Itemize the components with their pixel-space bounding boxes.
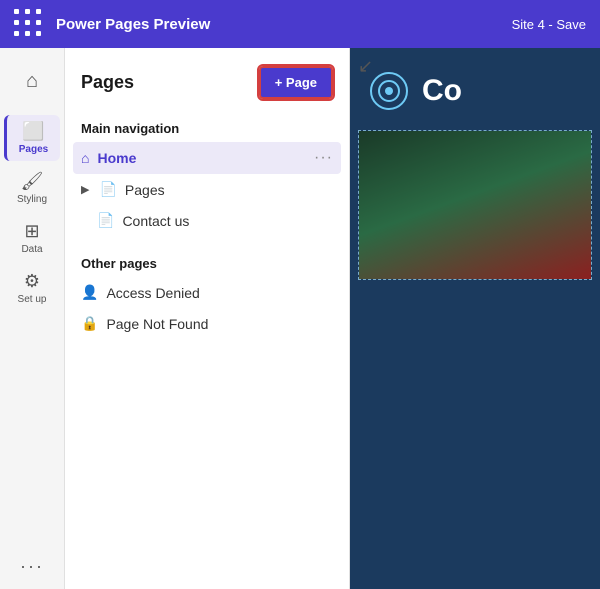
preview-content: Co: [350, 48, 600, 589]
add-page-button[interactable]: + Page: [259, 66, 333, 99]
home-page-label: Home: [97, 150, 306, 166]
preview-panel: ↗ Co: [350, 48, 600, 589]
top-bar: Power Pages Preview Site 4 - Save: [0, 0, 600, 48]
home-icon[interactable]: ⌂: [20, 64, 44, 99]
nav-item-home[interactable]: ⌂ Home ···: [73, 142, 341, 174]
app-grid-icon[interactable]: [14, 9, 44, 39]
home-page-icon: ⌂: [81, 150, 89, 166]
styling-icon: 🖌: [21, 171, 44, 192]
sidebar-item-pages[interactable]: ⬜ Pages: [4, 115, 60, 161]
app-title: Power Pages Preview: [56, 16, 210, 33]
home-nav[interactable]: ⌂: [20, 56, 44, 111]
preview-co-text: Co: [422, 74, 462, 108]
pages-panel: Pages + Page Main navigation ⌂ Home ··· …: [65, 48, 350, 589]
home-item-more-icon[interactable]: ···: [314, 149, 333, 167]
more-options-button[interactable]: ···: [20, 544, 44, 589]
icon-sidebar: ⌂ ⬜ Pages 🖌 Styling ⊞ Data ⚙ Set up ···: [0, 48, 65, 589]
preview-image-area: [358, 130, 592, 280]
contact-page-label: Contact us: [122, 213, 333, 229]
sidebar-item-setup-label: Set up: [18, 294, 47, 305]
site-info: Site 4 - Save: [512, 17, 586, 32]
nav-item-not-found[interactable]: 🔒 Page Not Found: [73, 308, 341, 339]
pages-page-label: Pages: [125, 182, 333, 198]
pages-chevron-icon: ▶: [81, 183, 89, 196]
preview-header-bar: Co: [350, 48, 600, 130]
sidebar-item-data-label: Data: [21, 244, 42, 255]
access-denied-icon: 👤: [81, 284, 98, 301]
sidebar-item-styling-label: Styling: [17, 194, 47, 205]
resize-icon: ↗: [358, 56, 373, 77]
preview-logo-dot: [385, 87, 393, 95]
other-pages-heading: Other pages: [73, 248, 341, 277]
access-denied-label: Access Denied: [106, 285, 333, 301]
not-found-label: Page Not Found: [106, 316, 333, 332]
data-icon: ⊞: [24, 221, 39, 242]
main-layout: ⌂ ⬜ Pages 🖌 Styling ⊞ Data ⚙ Set up ··· …: [0, 48, 600, 589]
nav-item-access-denied[interactable]: 👤 Access Denied: [73, 277, 341, 308]
pages-panel-title: Pages: [81, 72, 134, 93]
preview-logo: [370, 72, 408, 110]
sidebar-item-styling[interactable]: 🖌 Styling: [4, 165, 60, 211]
sidebar-item-setup[interactable]: ⚙ Set up: [4, 265, 60, 311]
sidebar-item-data[interactable]: ⊞ Data: [4, 215, 60, 261]
nav-item-pages[interactable]: ▶ 📄 Pages: [73, 174, 341, 205]
contact-page-icon: 📄: [97, 212, 114, 229]
pages-page-icon: 📄: [99, 181, 116, 198]
preview-logo-outer: [378, 80, 400, 102]
pages-header: Pages + Page: [65, 48, 349, 113]
setup-icon: ⚙: [24, 271, 40, 292]
nav-item-contact[interactable]: 📄 Contact us: [73, 205, 341, 236]
sidebar-item-pages-label: Pages: [19, 144, 48, 155]
pages-icon: ⬜: [22, 121, 44, 142]
not-found-icon: 🔒: [81, 315, 98, 332]
main-navigation-heading: Main navigation: [73, 113, 341, 142]
pages-content: Main navigation ⌂ Home ··· ▶ 📄 Pages 📄 C…: [65, 113, 349, 589]
